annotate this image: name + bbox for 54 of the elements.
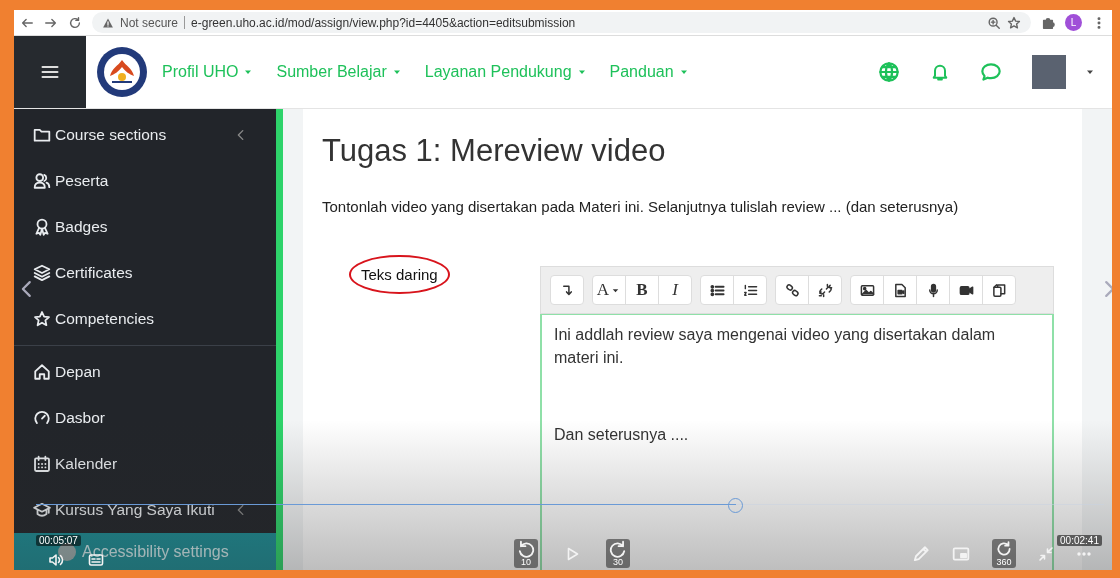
security-label: Not secure xyxy=(120,15,179,30)
profile-avatar[interactable]: L xyxy=(1065,14,1082,31)
address-bar[interactable]: Not secure e-green.uho.ac.id/mod/assign/view.php?id=4405&action=editsubmission xyxy=(92,12,1031,33)
toolbar-button[interactable]: B xyxy=(625,276,658,304)
award-icon xyxy=(33,218,51,236)
sidebar-item[interactable]: Certificates xyxy=(14,250,276,296)
unlink-icon xyxy=(817,282,833,298)
sidebar-item[interactable]: Badges xyxy=(14,204,276,250)
sidebar-item[interactable]: Kursus Yang Saya Ikuti xyxy=(14,487,276,533)
sidebar-item[interactable]: Course sections xyxy=(14,112,276,158)
star-icon xyxy=(33,310,51,328)
gauge-icon xyxy=(33,409,51,427)
reload-icon[interactable] xyxy=(68,15,82,30)
toolbar-button[interactable] xyxy=(550,275,584,305)
people-icon xyxy=(33,172,51,190)
rotate-icon xyxy=(995,540,1013,558)
zoom-icon[interactable] xyxy=(987,15,1001,30)
sidebar-item[interactable]: Dasbor xyxy=(14,395,276,441)
forward-button[interactable]: 30 xyxy=(606,539,630,568)
graduation-cap-icon xyxy=(33,501,51,519)
volume-icon[interactable] xyxy=(48,552,64,568)
layers-icon xyxy=(33,264,51,282)
university-logo xyxy=(96,46,148,98)
link-icon xyxy=(784,282,800,298)
remaining-time: 00:02:41 xyxy=(1057,535,1102,546)
warning-icon xyxy=(102,16,114,29)
toolbar-button[interactable]: I xyxy=(658,276,691,304)
view-360-button[interactable]: 360 xyxy=(992,539,1016,568)
bullet-list-icon xyxy=(709,282,725,298)
editor-paragraph: Ini addlah review saya mengenai video yang disertakan dalam materi ini. xyxy=(554,325,997,368)
sidebar-item[interactable]: Depan xyxy=(14,349,276,395)
url-text: e-green.uho.ac.id/mod/assign/view.php?id=4405&action=editsubmission xyxy=(191,15,576,30)
editor-paragraph: Dan seterusnya .... xyxy=(554,425,690,445)
sidebar-item[interactable]: Competencies xyxy=(14,296,276,342)
puzzle-icon[interactable] xyxy=(1041,15,1055,30)
rewind-button[interactable]: 10 xyxy=(514,539,538,568)
bookmark-star-icon[interactable] xyxy=(1007,15,1021,30)
sidebar-item[interactable]: Peserta xyxy=(14,158,276,204)
calendar-icon xyxy=(33,455,51,473)
field-label: Teks daring xyxy=(349,255,450,294)
folder-icon xyxy=(33,126,51,144)
elapsed-time: 00:05:07 xyxy=(36,535,81,546)
copy-icon xyxy=(991,282,1007,298)
assignment-description: Tontonlah video yang disertakan pada Materi ini. Selanjutnya tulislah review ... (dan seterusnya) xyxy=(322,197,960,217)
accessibility-icon xyxy=(58,542,76,561)
rewind-icon xyxy=(517,540,535,558)
assignment-title: Tugas 1: Mereview video xyxy=(322,133,667,169)
forward-icon xyxy=(609,540,627,558)
media-file-icon xyxy=(892,282,908,298)
sidebar-item[interactable]: Kalender xyxy=(14,441,276,487)
numbered-list-icon xyxy=(742,282,758,298)
image-icon xyxy=(859,282,875,298)
home-icon xyxy=(33,363,51,381)
toolbar-button[interactable]: A xyxy=(593,276,625,304)
